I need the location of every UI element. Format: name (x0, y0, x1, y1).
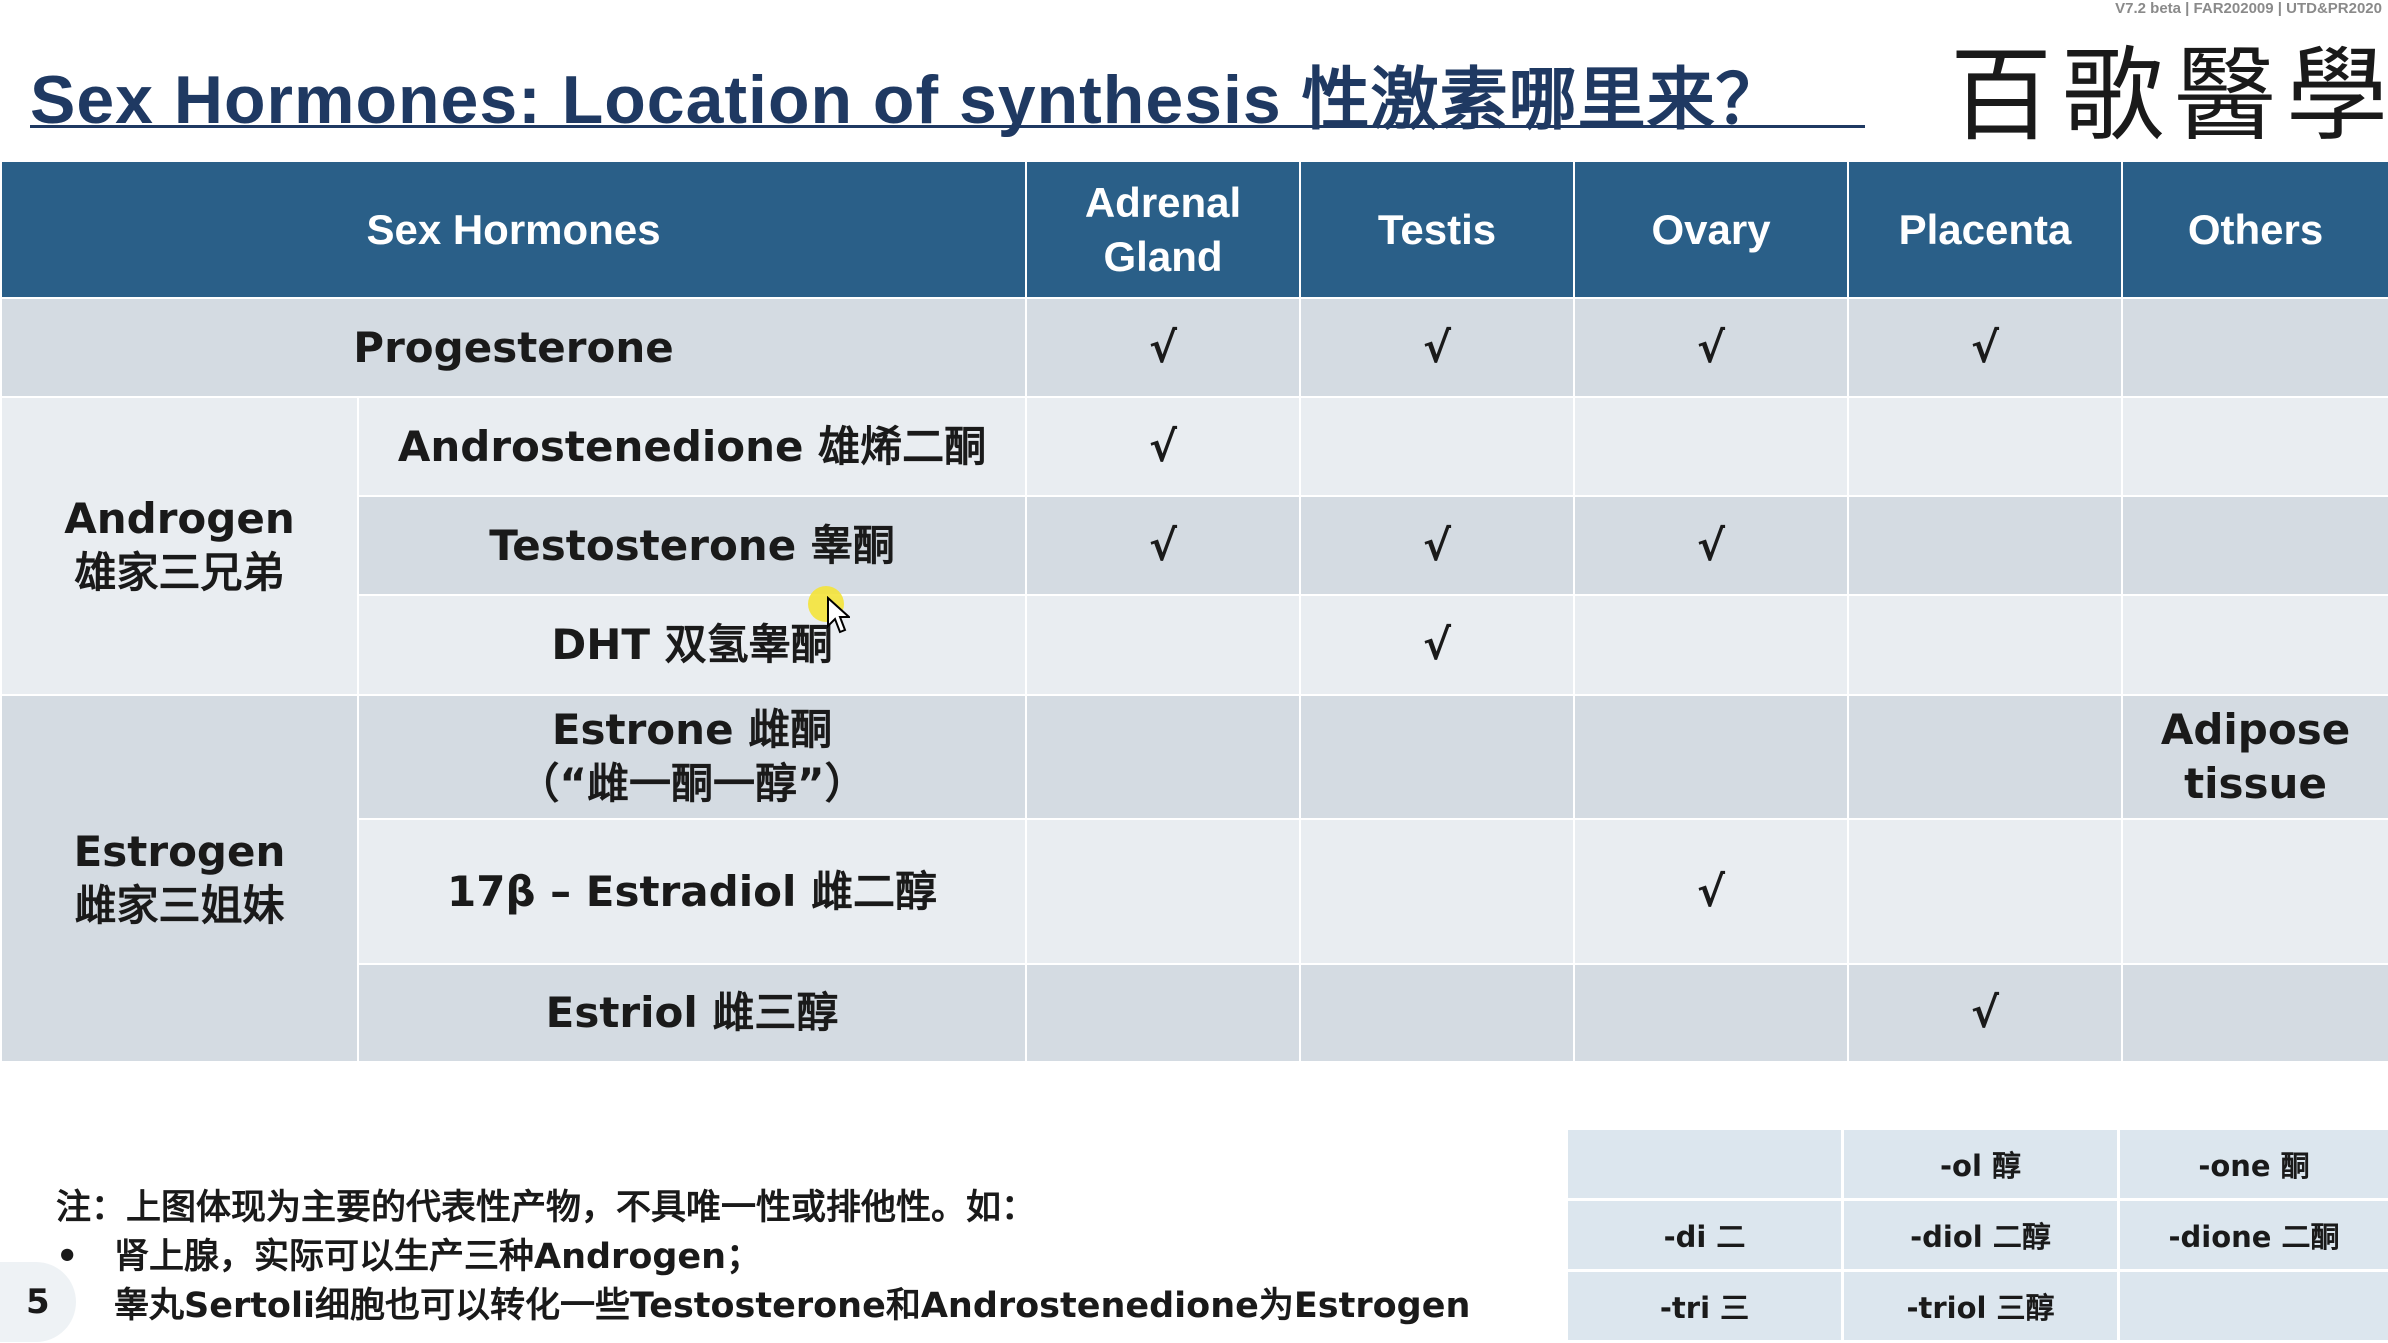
cell-empty (1300, 819, 1574, 964)
table-row-androstenedione: Androgen 雄家三兄弟 Androstenedione 雄烯二酮 √ (1, 397, 2388, 496)
suffix-cell (1567, 1129, 1843, 1200)
group-label-en: Androgen (2, 492, 357, 546)
header-testis: Testis (1300, 161, 1574, 298)
cell-empty (1848, 496, 2122, 595)
suffix-cell: -tri 三 (1567, 1271, 1843, 1342)
cell-empty (1026, 819, 1300, 964)
suffix-cell: -di 二 (1567, 1200, 1843, 1271)
cell-check: √ (1574, 496, 1848, 595)
adipose-line2: tissue (2123, 757, 2388, 811)
label-estrone-main: Estrone 雌酮 (359, 703, 1025, 757)
group-label-androgen: Androgen 雄家三兄弟 (1, 397, 358, 695)
cell-empty (1300, 964, 1574, 1062)
cell-check: √ (1026, 496, 1300, 595)
suffix-cell: -one 酮 (2119, 1129, 2388, 1200)
brand-logo: 百歌醫學 (1950, 14, 2388, 161)
cell-check: √ (1300, 496, 1574, 595)
group-label-cn: 雄家三兄弟 (2, 546, 357, 600)
footnote-intro: 注：上图体现为主要的代表性产物，不具唯一性或排他性。如： (56, 1184, 1470, 1233)
cell-empty (1026, 964, 1300, 1062)
mouse-pointer-icon (826, 596, 850, 636)
footnote-bullet: •肾上腺，实际可以生产三种Androgen； (56, 1233, 1470, 1282)
cell-empty (1026, 595, 1300, 695)
suffix-cell (2119, 1271, 2388, 1342)
cell-empty (1300, 397, 1574, 496)
cell-check: √ (1574, 819, 1848, 964)
cell-check: √ (1574, 298, 1848, 397)
label-androstenedione: Androstenedione 雄烯二酮 (358, 397, 1026, 496)
group-label-estrogen: Estrogen 雌家三姐妹 (1, 695, 358, 1062)
cell-check: √ (1848, 964, 2122, 1062)
cell-empty (1574, 397, 1848, 496)
suffix-row: -ol 醇 -one 酮 (1567, 1129, 2388, 1200)
cell-empty (1574, 695, 1848, 819)
cell-empty (1026, 695, 1300, 819)
suffix-row: -di 二 -diol 二醇 -dione 二酮 (1567, 1200, 2388, 1271)
table-row-estriol: Estriol 雌三醇 √ (1, 964, 2388, 1062)
cell-empty (2122, 298, 2388, 397)
cell-empty (1574, 595, 1848, 695)
cell-empty (2122, 819, 2388, 964)
table-header-row: Sex Hormones Adrenal Gland Testis Ovary … (1, 161, 2388, 298)
cell-check: √ (1026, 298, 1300, 397)
cell-check: √ (1300, 595, 1574, 695)
header-sex-hormones: Sex Hormones (1, 161, 1026, 298)
adipose-line1: Adipose (2123, 703, 2388, 757)
group-label-cn: 雌家三姐妹 (2, 879, 357, 933)
footnote-bullet: •睾丸Sertoli细胞也可以转化一些Testosterone和Androste… (56, 1282, 1470, 1331)
cell-check: √ (1848, 298, 2122, 397)
suffix-cell: -diol 二醇 (1843, 1200, 2119, 1271)
label-estrone: Estrone 雌酮 （“雌一酮一醇”） (358, 695, 1026, 819)
label-testosterone: Testosterone 睾酮 (358, 496, 1026, 595)
cell-others-adipose: Adipose tissue (2122, 695, 2388, 819)
header-adrenal-gland: Adrenal Gland (1026, 161, 1300, 298)
table-row-dht: DHT 双氢睾酮 √ (1, 595, 2388, 695)
cell-empty (1300, 695, 1574, 819)
group-label-en: Estrogen (2, 825, 357, 879)
cell-empty (2122, 397, 2388, 496)
header-placenta: Placenta (1848, 161, 2122, 298)
table-row-progesterone: Progesterone √ √ √ √ (1, 298, 2388, 397)
label-progesterone: Progesterone (1, 298, 1026, 397)
label-estrone-sub: （“雌一酮一醇”） (359, 757, 1025, 811)
table-row-estradiol: 17β – Estradiol 雌二醇 √ (1, 819, 2388, 964)
cell-empty (1848, 595, 2122, 695)
header-ovary: Ovary (1574, 161, 1848, 298)
hormone-synthesis-table: Sex Hormones Adrenal Gland Testis Ovary … (0, 160, 2388, 1063)
cell-empty (1848, 819, 2122, 964)
cell-empty (2122, 595, 2388, 695)
footnote: 注：上图体现为主要的代表性产物，不具唯一性或排他性。如： •肾上腺，实际可以生产… (56, 1184, 1470, 1331)
cell-empty (1848, 397, 2122, 496)
suffix-cell: -ol 醇 (1843, 1129, 2119, 1200)
title-underline (30, 125, 1865, 128)
label-estradiol: 17β – Estradiol 雌二醇 (358, 819, 1026, 964)
suffix-row: -tri 三 -triol 三醇 (1567, 1271, 2388, 1342)
slide-title: Sex Hormones: Location of synthesis 性激素哪… (30, 44, 1785, 143)
table-row-estrone: Estrogen 雌家三姐妹 Estrone 雌酮 （“雌一酮一醇”） Adip… (1, 695, 2388, 819)
table-row-testosterone: Testosterone 睾酮 √ √ √ (1, 496, 2388, 595)
cell-check: √ (1300, 298, 1574, 397)
suffix-cell: -triol 三醇 (1843, 1271, 2119, 1342)
cell-empty (1848, 695, 2122, 819)
label-dht: DHT 双氢睾酮 (358, 595, 1026, 695)
suffix-table: -ol 醇 -one 酮 -di 二 -diol 二醇 -dione 二酮 -t… (1565, 1127, 2388, 1343)
cell-empty (2122, 496, 2388, 595)
header-others: Others (2122, 161, 2388, 298)
suffix-cell: -dione 二酮 (2119, 1200, 2388, 1271)
cell-empty (2122, 964, 2388, 1062)
cell-check: √ (1026, 397, 1300, 496)
cell-empty (1574, 964, 1848, 1062)
label-estriol: Estriol 雌三醇 (358, 964, 1026, 1062)
